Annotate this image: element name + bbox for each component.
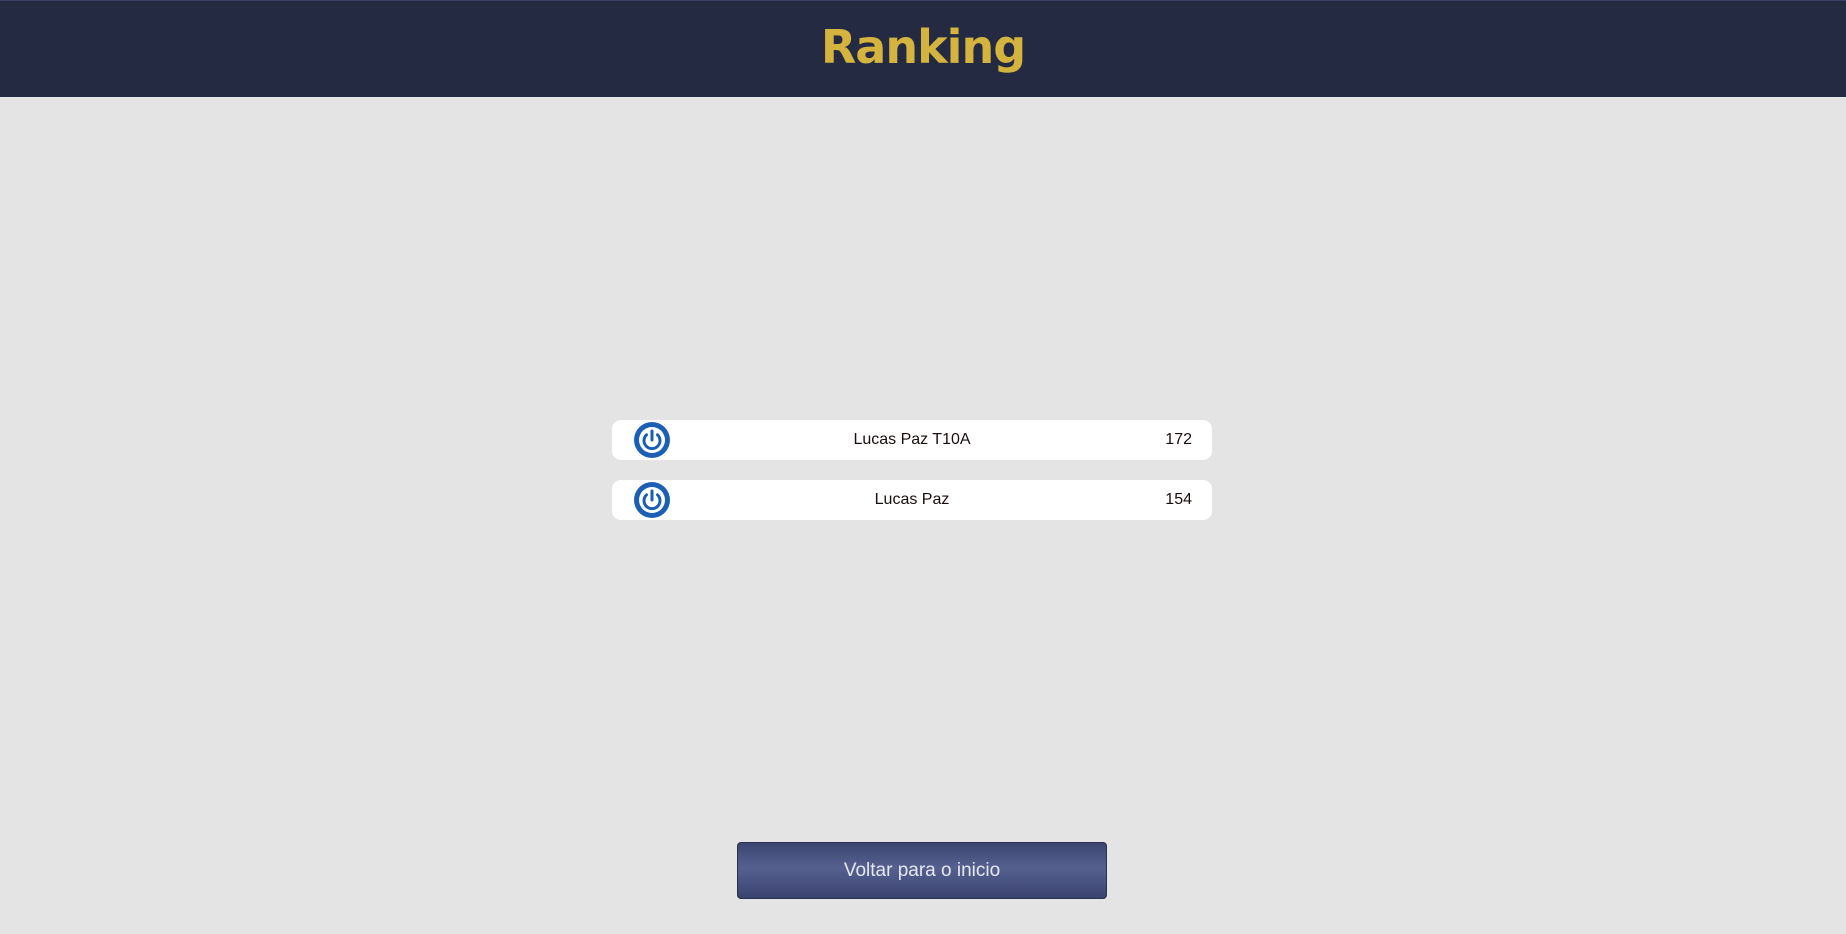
page-title: Ranking: [820, 20, 1026, 74]
header-bar: Ranking: [0, 0, 1846, 97]
player-name: Lucas Paz: [874, 491, 950, 508]
ranking-list: Lucas Paz T10A 172 Lucas Paz 154: [612, 420, 1212, 540]
ranking-row: Lucas Paz T10A 172: [612, 420, 1212, 460]
player-score: 172: [1165, 431, 1192, 448]
player-name: Lucas Paz T10A: [853, 431, 971, 448]
player-score: 154: [1165, 491, 1192, 508]
ranking-row: Lucas Paz 154: [612, 480, 1212, 520]
back-to-start-button[interactable]: Voltar para o inicio: [737, 842, 1107, 899]
